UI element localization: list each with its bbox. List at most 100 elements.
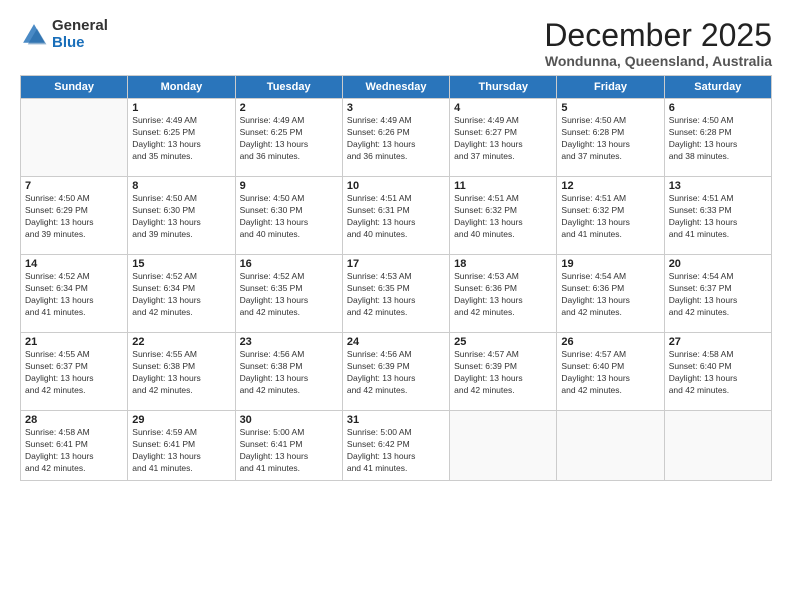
sunset-text: Sunset: 6:41 PM bbox=[240, 439, 338, 451]
sunset-text: Sunset: 6:30 PM bbox=[132, 205, 230, 217]
day-number: 16 bbox=[240, 258, 338, 270]
col-friday: Friday bbox=[557, 76, 664, 99]
day-number: 5 bbox=[561, 102, 659, 114]
sunrise-text: Sunrise: 4:49 AM bbox=[347, 115, 445, 127]
sunrise-text: Sunrise: 4:49 AM bbox=[240, 115, 338, 127]
daylight-line1: Daylight: 13 hours bbox=[454, 139, 552, 151]
sunrise-text: Sunrise: 4:55 AM bbox=[132, 349, 230, 361]
daylight-line2: and 42 minutes. bbox=[561, 385, 659, 397]
daylight-line2: and 42 minutes. bbox=[561, 307, 659, 319]
sunrise-text: Sunrise: 4:59 AM bbox=[132, 427, 230, 439]
sunrise-text: Sunrise: 4:50 AM bbox=[561, 115, 659, 127]
main-title: December 2025 bbox=[544, 18, 772, 53]
calendar-week-4: 21 Sunrise: 4:55 AM Sunset: 6:37 PM Dayligh… bbox=[21, 333, 772, 411]
sunrise-text: Sunrise: 4:58 AM bbox=[669, 349, 767, 361]
sunset-text: Sunset: 6:34 PM bbox=[132, 283, 230, 295]
calendar-week-5: 28Sunrise: 4:58 AMSunset: 6:41 PMDayligh… bbox=[21, 411, 772, 481]
daylight-line1: Daylight: 13 hours bbox=[347, 373, 445, 385]
daylight-line1: Daylight: 13 hours bbox=[240, 139, 338, 151]
day-number: 23 bbox=[240, 336, 338, 348]
sunset-text: Sunset: 6:37 PM bbox=[669, 283, 767, 295]
sunset-text: Sunset: 6:27 PM bbox=[454, 127, 552, 139]
daylight-line1: Daylight: 13 hours bbox=[25, 295, 123, 307]
day-number: 31 bbox=[347, 414, 445, 426]
logo: General Blue bbox=[20, 18, 108, 51]
daylight-line1: Daylight: 13 hours bbox=[454, 295, 552, 307]
sunset-text: Sunset: 6:32 PM bbox=[561, 205, 659, 217]
calendar-cell: 26Sunrise: 4:57 AMSunset: 6:40 PMDayligh… bbox=[557, 333, 664, 411]
calendar-cell: 31Sunrise: 5:00 AMSunset: 6:42 PMDayligh… bbox=[342, 411, 449, 481]
col-saturday: Saturday bbox=[664, 76, 771, 99]
day-number: 25 bbox=[454, 336, 552, 348]
page: General Blue December 2025 Wondunna, Que… bbox=[0, 0, 792, 612]
sunset-text: Sunset: 6:33 PM bbox=[669, 205, 767, 217]
daylight-line1: Daylight: 13 hours bbox=[347, 139, 445, 151]
day-number: 8 bbox=[132, 180, 230, 192]
sunrise-text: Sunrise: 4:50 AM bbox=[25, 193, 123, 205]
calendar-body: 1Sunrise: 4:49 AMSunset: 6:25 PMDaylight… bbox=[21, 99, 772, 481]
calendar-cell: 11Sunrise: 4:51 AMSunset: 6:32 PMDayligh… bbox=[450, 177, 557, 255]
sunset-text: Sunset: 6:40 PM bbox=[561, 361, 659, 373]
sunset-text: Sunset: 6:29 PM bbox=[25, 205, 123, 217]
daylight-line2: and 42 minutes. bbox=[347, 307, 445, 319]
logo-icon bbox=[20, 21, 48, 49]
sunset-text: Sunset: 6:30 PM bbox=[240, 205, 338, 217]
daylight-line2: and 41 minutes. bbox=[132, 463, 230, 475]
sunset-text: Sunset: 6:35 PM bbox=[347, 283, 445, 295]
calendar-cell bbox=[21, 99, 128, 177]
day-number: 21 bbox=[25, 336, 123, 348]
day-number: 15 bbox=[132, 258, 230, 270]
daylight-line2: and 42 minutes. bbox=[454, 385, 552, 397]
calendar-cell: 7Sunrise: 4:50 AMSunset: 6:29 PMDaylight… bbox=[21, 177, 128, 255]
daylight-line2: and 42 minutes. bbox=[25, 385, 123, 397]
sunrise-text: Sunrise: 4:57 AM bbox=[561, 349, 659, 361]
daylight-line2: and 37 minutes. bbox=[454, 151, 552, 163]
logo-general-text: General bbox=[52, 18, 108, 35]
daylight-line2: and 40 minutes. bbox=[240, 229, 338, 241]
day-number: 19 bbox=[561, 258, 659, 270]
calendar-cell: 5Sunrise: 4:50 AMSunset: 6:28 PMDaylight… bbox=[557, 99, 664, 177]
calendar-cell: 10Sunrise: 4:51 AMSunset: 6:31 PMDayligh… bbox=[342, 177, 449, 255]
day-number: 30 bbox=[240, 414, 338, 426]
calendar-cell: 2Sunrise: 4:49 AMSunset: 6:25 PMDaylight… bbox=[235, 99, 342, 177]
day-number: 17 bbox=[347, 258, 445, 270]
sunset-text: Sunset: 6:37 PM bbox=[25, 361, 123, 373]
daylight-line2: and 41 minutes. bbox=[25, 307, 123, 319]
daylight-line2: and 38 minutes. bbox=[669, 151, 767, 163]
sunrise-text: Sunrise: 4:56 AM bbox=[240, 349, 338, 361]
sunrise-text: Sunrise: 4:52 AM bbox=[25, 271, 123, 283]
subtitle: Wondunna, Queensland, Australia bbox=[544, 53, 772, 69]
calendar-cell: 21Sunrise: 4:55 AMSunset: 6:37 PMDayligh… bbox=[21, 333, 128, 411]
day-number: 7 bbox=[25, 180, 123, 192]
daylight-line2: and 40 minutes. bbox=[347, 229, 445, 241]
calendar-cell: 16Sunrise: 4:52 AMSunset: 6:35 PMDayligh… bbox=[235, 255, 342, 333]
daylight-line1: Daylight: 13 hours bbox=[561, 295, 659, 307]
daylight-line2: and 42 minutes. bbox=[240, 307, 338, 319]
sunset-text: Sunset: 6:28 PM bbox=[669, 127, 767, 139]
daylight-line1: Daylight: 13 hours bbox=[132, 451, 230, 463]
day-number: 4 bbox=[454, 102, 552, 114]
daylight-line1: Daylight: 13 hours bbox=[347, 451, 445, 463]
calendar-cell: 29Sunrise: 4:59 AMSunset: 6:41 PMDayligh… bbox=[128, 411, 235, 481]
sunrise-text: Sunrise: 4:53 AM bbox=[454, 271, 552, 283]
sunset-text: Sunset: 6:39 PM bbox=[454, 361, 552, 373]
daylight-line2: and 41 minutes. bbox=[669, 229, 767, 241]
day-number: 2 bbox=[240, 102, 338, 114]
daylight-line1: Daylight: 13 hours bbox=[132, 139, 230, 151]
daylight-line1: Daylight: 13 hours bbox=[240, 451, 338, 463]
daylight-line2: and 42 minutes. bbox=[25, 463, 123, 475]
daylight-line2: and 39 minutes. bbox=[132, 229, 230, 241]
sunset-text: Sunset: 6:26 PM bbox=[347, 127, 445, 139]
sunrise-text: Sunrise: 4:50 AM bbox=[669, 115, 767, 127]
daylight-line1: Daylight: 13 hours bbox=[240, 373, 338, 385]
calendar-week-3: 14Sunrise: 4:52 AMSunset: 6:34 PMDayligh… bbox=[21, 255, 772, 333]
daylight-line1: Daylight: 13 hours bbox=[132, 295, 230, 307]
title-block: December 2025 Wondunna, Queensland, Aust… bbox=[544, 18, 772, 69]
calendar-cell: 6Sunrise: 4:50 AMSunset: 6:28 PMDaylight… bbox=[664, 99, 771, 177]
daylight-line1: Daylight: 13 hours bbox=[669, 373, 767, 385]
sunrise-text: Sunrise: 4:58 AM bbox=[25, 427, 123, 439]
calendar-header: Sunday Monday Tuesday Wednesday Thursday… bbox=[21, 76, 772, 99]
daylight-line1: Daylight: 13 hours bbox=[669, 139, 767, 151]
daylight-line1: Daylight: 13 hours bbox=[347, 295, 445, 307]
sunset-text: Sunset: 6:34 PM bbox=[25, 283, 123, 295]
